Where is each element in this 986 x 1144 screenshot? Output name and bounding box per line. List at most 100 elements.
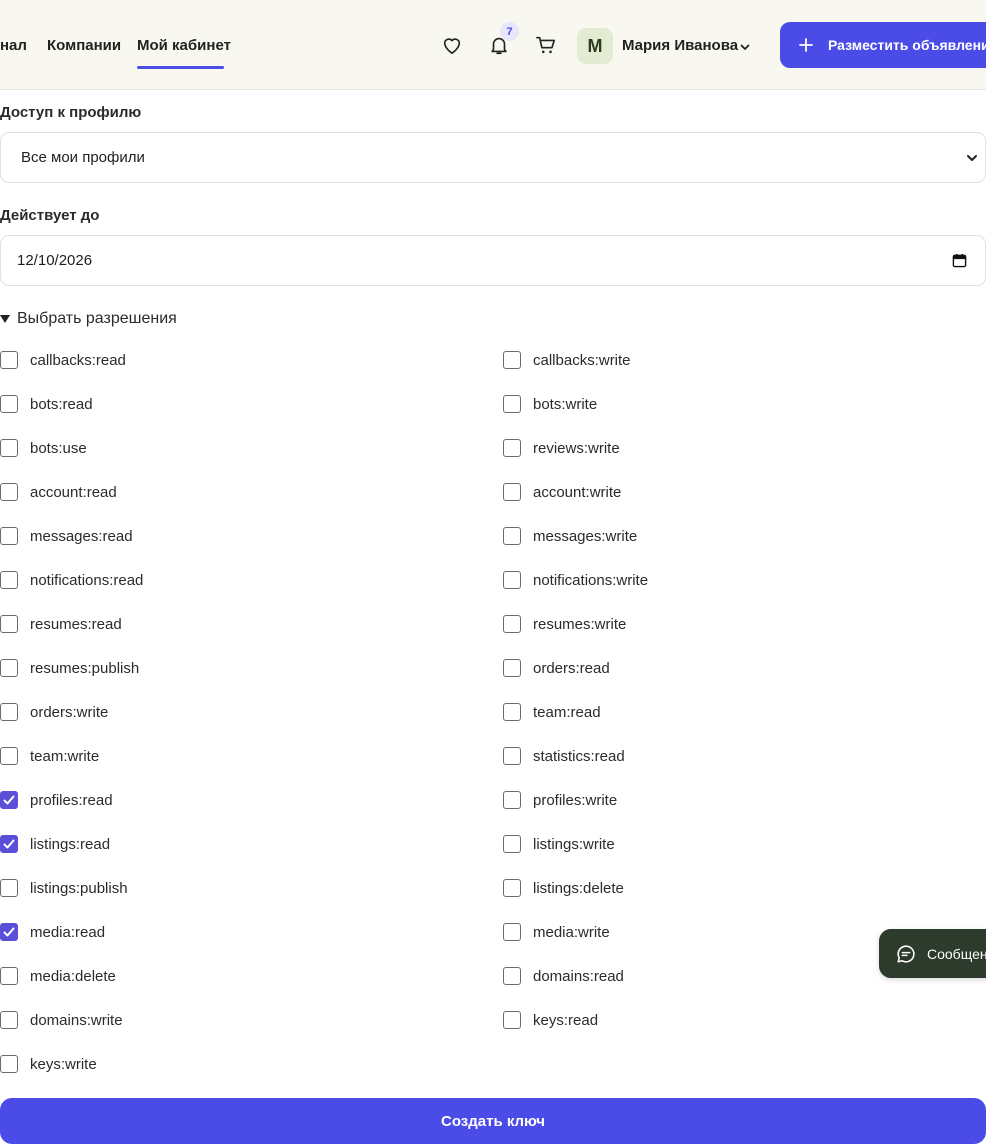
checkbox-unchecked[interactable] [503, 747, 521, 765]
permission-checkbox-item[interactable]: messages:write [503, 526, 637, 546]
nav-link-truncated[interactable]: нал [0, 37, 27, 54]
checkbox-unchecked[interactable] [503, 923, 521, 941]
checkbox-unchecked[interactable] [503, 659, 521, 677]
checkbox-unchecked[interactable] [0, 483, 18, 501]
checkbox-checked[interactable] [0, 835, 18, 853]
checkmark-icon [3, 839, 15, 849]
chat-widget-button[interactable]: Сообщения [879, 929, 986, 978]
permission-checkbox-item[interactable]: orders:read [503, 658, 610, 678]
permission-checkbox-item[interactable]: statistics:read [503, 746, 625, 766]
top-header: нал Компании Мой кабинет 7 М Мария Ивано… [0, 0, 986, 90]
permissions-toggle-label: Выбрать разрешения [17, 310, 177, 327]
permissions-toggle[interactable]: Выбрать разрешения [0, 310, 177, 328]
permission-checkbox-item[interactable]: media:write [503, 922, 610, 942]
user-name[interactable]: Мария Иванова [622, 37, 738, 54]
checkbox-checked[interactable] [0, 923, 18, 941]
post-listing-button[interactable]: Разместить объявление [780, 22, 986, 68]
permission-checkbox-item[interactable]: domains:write [0, 1010, 123, 1030]
permission-checkbox-item[interactable]: reviews:write [503, 438, 620, 458]
permission-label: listings:publish [30, 879, 128, 897]
permission-label: media:delete [30, 967, 116, 985]
permission-checkbox-item[interactable]: listings:delete [503, 878, 624, 898]
post-listing-button-label: Разместить объявление [828, 37, 986, 53]
valid-until-label: Действует до [0, 207, 100, 224]
profile-access-select[interactable]: Все мои профили [0, 132, 986, 183]
permission-label: resumes:read [30, 615, 122, 633]
checkbox-unchecked[interactable] [0, 659, 18, 677]
checkbox-unchecked[interactable] [0, 967, 18, 985]
disclosure-triangle-icon [0, 315, 10, 323]
create-key-button[interactable]: Создать ключ [0, 1098, 986, 1144]
permission-label: team:read [533, 703, 601, 721]
permission-checkbox-item[interactable]: bots:write [503, 394, 597, 414]
permission-checkbox-item[interactable]: keys:write [0, 1054, 97, 1074]
permission-label: notifications:write [533, 571, 649, 589]
checkbox-unchecked[interactable] [0, 527, 18, 545]
permission-checkbox-item[interactable]: domains:read [503, 966, 624, 986]
checkbox-unchecked[interactable] [503, 703, 521, 721]
permission-checkbox-item[interactable]: bots:use [0, 438, 87, 458]
permission-checkbox-item[interactable]: team:read [503, 702, 601, 722]
checkbox-unchecked[interactable] [503, 615, 521, 633]
checkbox-unchecked[interactable] [503, 879, 521, 897]
profile-access-value: Все мои профили [21, 149, 145, 166]
permission-checkbox-item[interactable]: profiles:write [503, 790, 617, 810]
calendar-icon[interactable] [952, 253, 967, 268]
permission-checkbox-item[interactable]: orders:write [0, 702, 108, 722]
checkbox-unchecked[interactable] [503, 527, 521, 545]
valid-until-date-input[interactable]: 12/10/2026 [0, 235, 986, 286]
permission-label: media:read [30, 923, 106, 941]
checkbox-unchecked[interactable] [0, 879, 18, 897]
permission-checkbox-item[interactable]: callbacks:read [0, 350, 126, 370]
permission-checkbox-item[interactable]: notifications:read [0, 570, 143, 590]
checkbox-unchecked[interactable] [503, 395, 521, 413]
permission-checkbox-item[interactable]: media:delete [0, 966, 116, 986]
permission-checkbox-item[interactable]: resumes:publish [0, 658, 139, 678]
permission-label: profiles:write [533, 791, 618, 809]
permission-checkbox-item[interactable]: account:write [503, 482, 621, 502]
checkbox-unchecked[interactable] [0, 747, 18, 765]
permission-checkbox-item[interactable]: bots:read [0, 394, 93, 414]
nav-link-companies[interactable]: Компании [47, 37, 121, 54]
permission-label: resumes:publish [30, 659, 140, 677]
checkbox-unchecked[interactable] [503, 1011, 521, 1029]
permission-checkbox-item[interactable]: profiles:read [0, 790, 113, 810]
user-avatar[interactable]: М [577, 28, 613, 64]
checkbox-unchecked[interactable] [0, 1055, 18, 1073]
checkbox-unchecked[interactable] [0, 395, 18, 413]
permission-checkbox-item[interactable]: keys:read [503, 1010, 598, 1030]
permission-checkbox-item[interactable]: account:read [0, 482, 117, 502]
permission-checkbox-item[interactable]: resumes:write [503, 614, 626, 634]
permission-checkbox-item[interactable]: media:read [0, 922, 105, 942]
permission-checkbox-item[interactable]: messages:read [0, 526, 133, 546]
checkbox-unchecked[interactable] [0, 571, 18, 589]
permission-checkbox-item[interactable]: listings:publish [0, 878, 128, 898]
checkbox-unchecked[interactable] [0, 615, 18, 633]
cart-icon[interactable] [533, 32, 559, 58]
permission-label: media:write [533, 923, 610, 941]
checkbox-unchecked[interactable] [503, 571, 521, 589]
permission-label: domains:read [533, 967, 624, 985]
checkbox-unchecked[interactable] [503, 439, 521, 457]
nav-link-my-account[interactable]: Мой кабинет [137, 37, 231, 54]
permission-checkbox-item[interactable]: team:write [0, 746, 99, 766]
permission-checkbox-item[interactable]: callbacks:write [503, 350, 631, 370]
favorites-heart-icon[interactable] [439, 32, 465, 58]
permission-label: bots:use [30, 439, 87, 457]
checkbox-unchecked[interactable] [503, 351, 521, 369]
checkbox-unchecked[interactable] [0, 351, 18, 369]
checkbox-unchecked[interactable] [0, 1011, 18, 1029]
checkbox-unchecked[interactable] [503, 483, 521, 501]
permission-checkbox-item[interactable]: notifications:write [503, 570, 648, 590]
checkbox-unchecked[interactable] [503, 791, 521, 809]
checkbox-unchecked[interactable] [0, 703, 18, 721]
checkbox-unchecked[interactable] [503, 835, 521, 853]
user-menu-chevron-down-icon[interactable] [738, 40, 752, 54]
permission-checkbox-item[interactable]: listings:write [503, 834, 615, 854]
checkbox-checked[interactable] [0, 791, 18, 809]
permission-checkbox-item[interactable]: resumes:read [0, 614, 122, 634]
permission-label: team:write [30, 747, 100, 765]
checkbox-unchecked[interactable] [0, 439, 18, 457]
permission-checkbox-item[interactable]: listings:read [0, 834, 110, 854]
checkbox-unchecked[interactable] [503, 967, 521, 985]
